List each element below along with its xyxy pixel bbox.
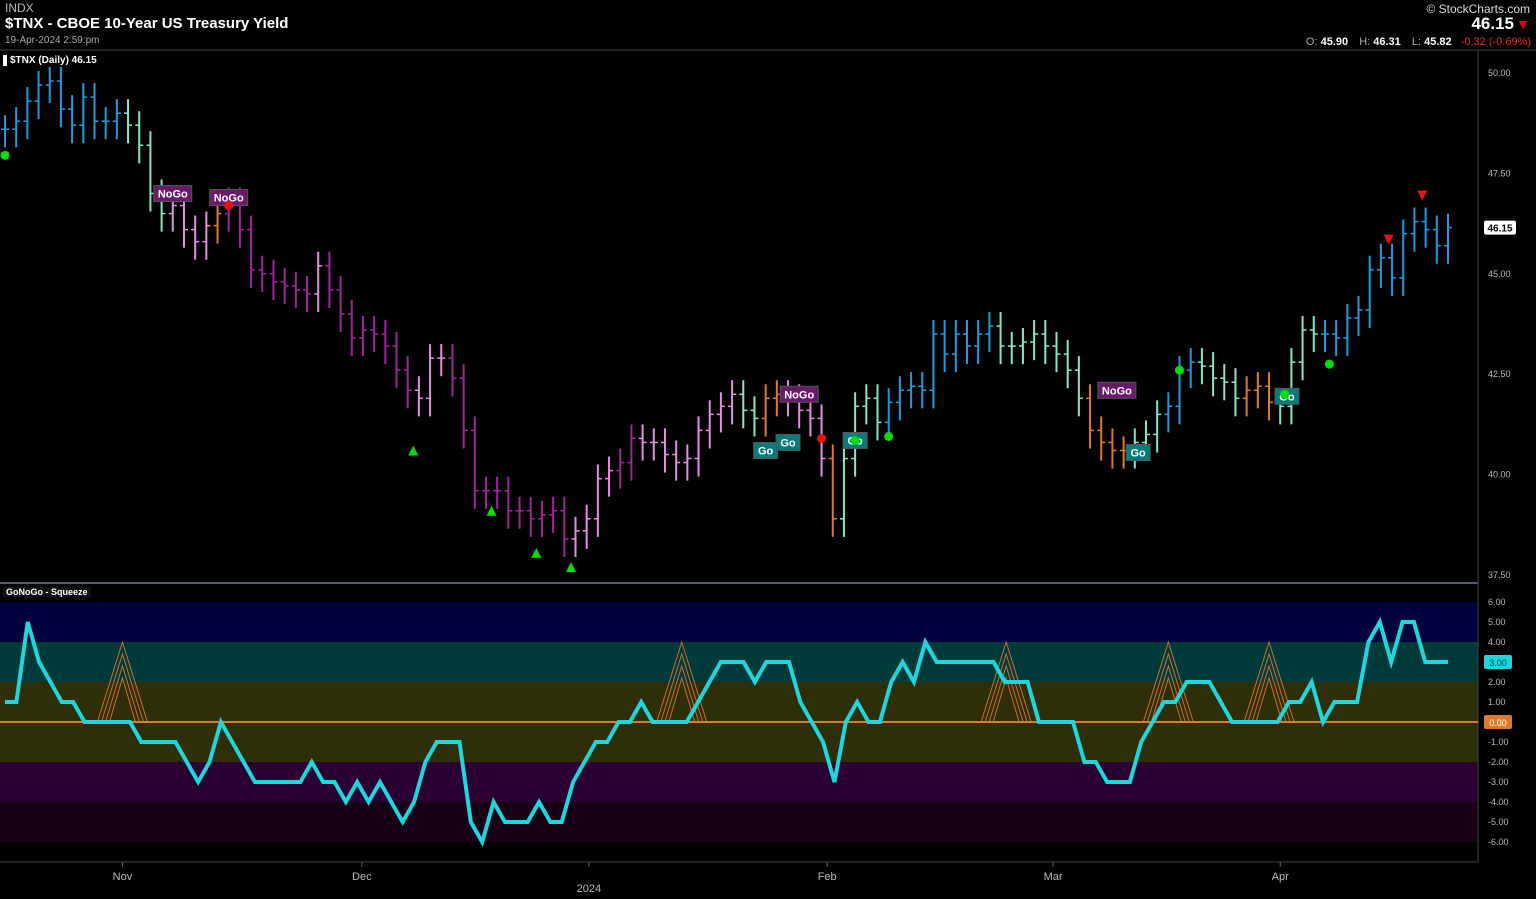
indicator-legend[interactable]: GoNoGo - Squeeze xyxy=(3,587,91,597)
go-dot-icon xyxy=(1280,389,1290,399)
price-tick-label: 40.00 xyxy=(1488,470,1511,480)
x-tick-label: Feb xyxy=(818,871,837,883)
oscillator-tick-label: 4.00 xyxy=(1488,637,1506,647)
down-arrow-icon: ▼ xyxy=(1516,16,1530,32)
price-tick-label: 42.50 xyxy=(1488,369,1511,379)
signal-label: Go xyxy=(1131,448,1147,460)
chart-canvas: 50.00 47.50 45.00 42.50 40.00 37.50 6.00 5.00 4.… xyxy=(0,49,1536,895)
oscillator-value-label: 3.00 xyxy=(1489,658,1507,668)
signal-label: NoGo xyxy=(784,389,814,401)
oscillator-tick-label: 5.00 xyxy=(1488,617,1506,627)
x-tick-label: Apr xyxy=(1272,871,1289,883)
oscillator-tick-label: 1.00 xyxy=(1488,697,1506,707)
price-tick-label: 37.50 xyxy=(1488,570,1511,580)
x-tick-label: Mar xyxy=(1044,871,1063,883)
oscillator-tick-label: 2.00 xyxy=(1488,677,1506,687)
signal-label: Go xyxy=(780,437,796,449)
up-triangle-icon xyxy=(531,547,542,558)
nogo-dot-icon xyxy=(224,201,234,211)
x-tick-label: Dec xyxy=(352,871,372,883)
high-value: 46.31 xyxy=(1373,36,1401,48)
up-triangle-icon xyxy=(566,561,577,572)
oscillator-band xyxy=(0,602,1478,642)
oscillator-tick-label: -4.00 xyxy=(1488,797,1509,807)
up-triangle-icon xyxy=(408,445,419,456)
x-tick-label: Nov xyxy=(113,871,133,883)
oscillator-tick-label: 6.00 xyxy=(1488,597,1506,607)
last-price-tag-label: 46.15 xyxy=(1487,224,1512,235)
exchange-label: INDX xyxy=(5,1,34,15)
up-triangle-icon xyxy=(486,505,497,516)
ohlc-summary: O: 45.90 H: 46.31 L: 45.82 -0.32 (-0.69%… xyxy=(1298,36,1531,48)
chart-title: $TNX - CBOE 10-Year US Treasury Yield xyxy=(5,15,289,32)
oscillator-band xyxy=(0,802,1478,842)
last-price: 46.15 xyxy=(1471,14,1514,33)
oscillator-tick-label: -2.00 xyxy=(1488,757,1509,767)
go-dot-icon xyxy=(884,431,894,441)
oscillator-tick-label: -1.00 xyxy=(1488,737,1509,747)
go-dot-icon xyxy=(1324,359,1334,369)
low-value: 45.82 xyxy=(1424,36,1452,48)
oscillator-tick-label: -5.00 xyxy=(1488,817,1509,827)
price-tick-label: 45.00 xyxy=(1488,269,1511,279)
nogo-dot-icon xyxy=(817,433,827,443)
go-dot-icon xyxy=(850,435,860,445)
down-triangle-icon xyxy=(1417,190,1428,201)
open-value: 45.90 xyxy=(1320,36,1349,48)
high-label: H: xyxy=(1359,36,1371,48)
open-label: O: xyxy=(1305,36,1318,48)
oscillator-tick-label: -6.00 xyxy=(1488,837,1509,847)
price-legend[interactable]: $TNX (Daily) 46.15 xyxy=(3,55,97,66)
signal-label: Go xyxy=(758,446,774,458)
low-label: L: xyxy=(1411,36,1422,48)
chart-date: 19-Apr-2024 2:59:pm xyxy=(5,35,100,46)
signal-label: NoGo xyxy=(1102,385,1132,397)
oscillator-band xyxy=(0,762,1478,802)
price-tick-label: 47.50 xyxy=(1488,168,1511,178)
go-dot-icon xyxy=(0,150,10,160)
zero-value-label: 0.00 xyxy=(1489,718,1507,728)
x-tick-label: 2024 xyxy=(577,883,601,895)
change-value: -0.32 (-0.69%) xyxy=(1460,36,1531,48)
signal-label: NoGo xyxy=(158,188,188,200)
price-tick-label: 50.00 xyxy=(1488,68,1511,78)
oscillator-tick-label: -3.00 xyxy=(1488,777,1509,787)
down-triangle-icon xyxy=(1383,234,1394,245)
go-dot-icon xyxy=(1175,365,1185,375)
